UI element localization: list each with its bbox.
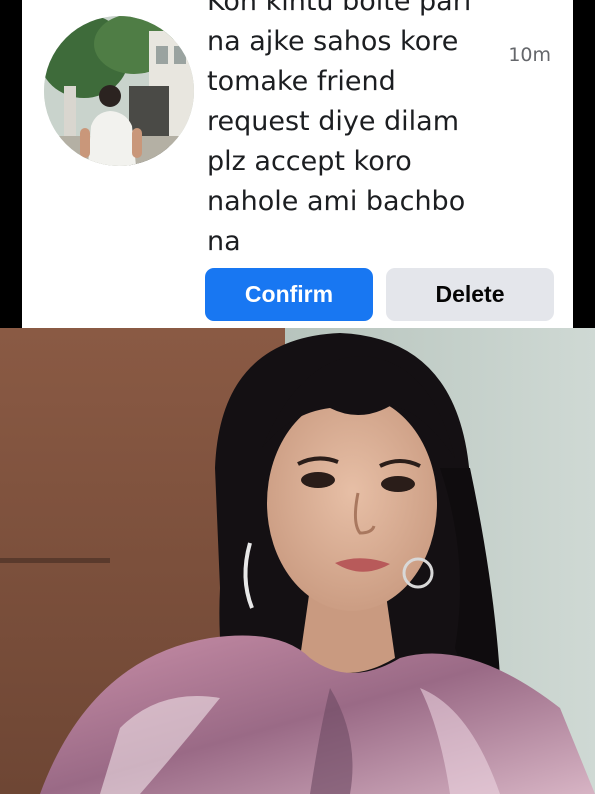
message-line: na xyxy=(207,226,241,257)
sender-avatar[interactable] xyxy=(44,16,194,166)
message-line: request diye dilam xyxy=(207,106,460,137)
selfie-photo xyxy=(0,328,595,794)
screenshot: Kon kintu bolte pari na ajke sahos kore … xyxy=(0,0,595,794)
message-line: Kon kintu bolte pari xyxy=(207,0,472,17)
avatar-photo xyxy=(44,16,194,166)
portrait-image xyxy=(0,328,595,794)
message-line: tomake friend xyxy=(207,66,396,97)
friend-request-notification[interactable]: Kon kintu bolte pari na ajke sahos kore … xyxy=(22,0,573,328)
message-line: nahole ami bachbo xyxy=(207,186,466,217)
message-line: plz accept koro xyxy=(207,146,412,177)
notification-timestamp: 10m xyxy=(508,44,551,66)
delete-button[interactable]: Delete xyxy=(386,268,554,321)
confirm-button[interactable]: Confirm xyxy=(205,268,373,321)
notification-message: Kon kintu bolte pari na ajke sahos kore … xyxy=(207,0,487,262)
message-line: na ajke sahos kore xyxy=(207,26,459,57)
